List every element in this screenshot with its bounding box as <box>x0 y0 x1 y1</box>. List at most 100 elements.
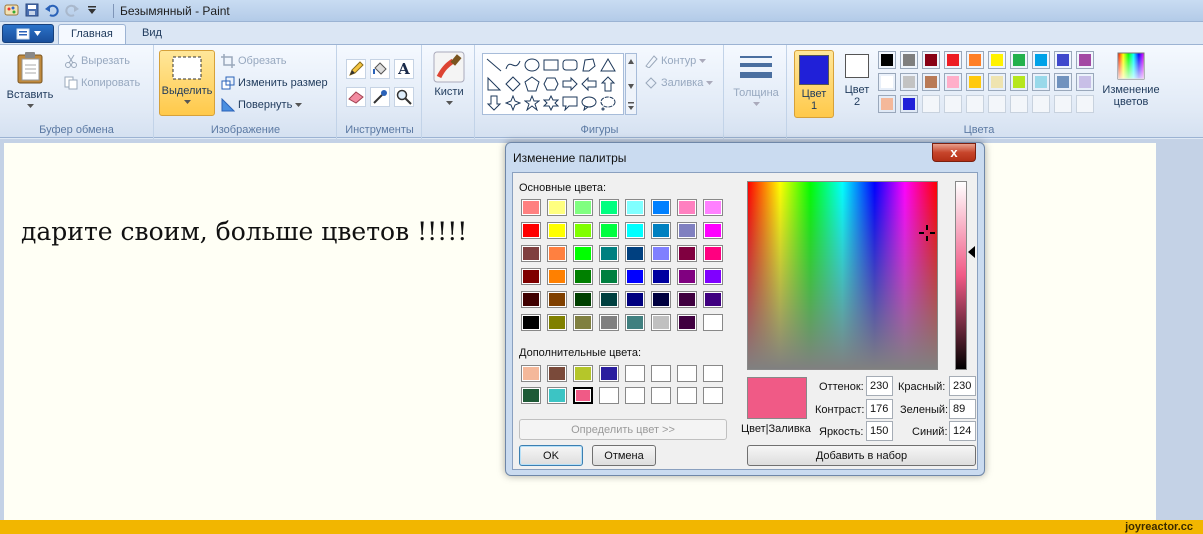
basic-color-swatch[interactable] <box>573 199 593 216</box>
basic-color-swatch[interactable] <box>625 268 645 285</box>
basic-color-swatch[interactable] <box>677 314 697 331</box>
thickness-button[interactable]: Толщина <box>733 53 779 106</box>
basic-color-swatch[interactable] <box>599 199 619 216</box>
outline-button[interactable]: Контур <box>644 54 707 68</box>
up-arrow-shape[interactable] <box>599 75 617 93</box>
basic-color-swatch[interactable] <box>625 245 645 262</box>
basic-color-swatch[interactable] <box>521 291 541 308</box>
triangle-shape[interactable] <box>599 56 617 74</box>
right-triangle-shape[interactable] <box>485 75 503 93</box>
saturation-field[interactable]: 176 <box>866 399 893 419</box>
oval-callout-shape[interactable] <box>580 94 598 112</box>
luminance-slider[interactable] <box>955 181 967 370</box>
resize-button[interactable]: Изменить размер <box>221 76 328 90</box>
custom-color-swatch[interactable] <box>703 387 723 404</box>
palette-swatch[interactable] <box>1054 73 1072 91</box>
basic-color-swatch[interactable] <box>521 314 541 331</box>
basic-color-swatch[interactable] <box>677 291 697 308</box>
basic-color-swatch[interactable] <box>677 268 697 285</box>
custom-color-swatch[interactable] <box>599 387 619 404</box>
copy-button[interactable]: Копировать <box>64 76 140 90</box>
color-picker-tool[interactable] <box>370 87 390 107</box>
palette-swatch[interactable] <box>878 51 896 69</box>
luminance-arrow-icon[interactable] <box>968 246 975 258</box>
define-custom-colors-button[interactable]: Определить цвет >> <box>519 419 727 440</box>
basic-color-swatch[interactable] <box>547 222 567 239</box>
basic-color-swatch[interactable] <box>625 291 645 308</box>
color2-button[interactable]: Цвет 2 <box>838 54 876 108</box>
basic-color-swatch[interactable] <box>703 291 723 308</box>
palette-swatch[interactable] <box>966 73 984 91</box>
ok-button[interactable]: OK <box>519 445 583 466</box>
basic-color-swatch[interactable] <box>521 245 541 262</box>
right-arrow-shape[interactable] <box>561 75 579 93</box>
basic-color-swatch[interactable] <box>703 245 723 262</box>
basic-color-swatch[interactable] <box>651 222 671 239</box>
custom-color-swatch[interactable] <box>521 365 541 382</box>
paste-button[interactable]: Вставить <box>4 51 56 108</box>
tab-home[interactable]: Главная <box>58 24 126 45</box>
basic-color-swatch[interactable] <box>573 268 593 285</box>
basic-color-swatch[interactable] <box>651 268 671 285</box>
palette-swatch[interactable] <box>900 95 918 113</box>
basic-color-swatch[interactable] <box>573 291 593 308</box>
down-arrow-shape[interactable] <box>485 94 503 112</box>
custom-color-swatch[interactable] <box>625 365 645 382</box>
basic-color-swatch[interactable] <box>599 245 619 262</box>
basic-color-swatch[interactable] <box>521 222 541 239</box>
custom-color-swatch[interactable] <box>651 387 671 404</box>
basic-color-swatch[interactable] <box>625 222 645 239</box>
custom-color-swatch[interactable] <box>547 387 567 404</box>
palette-swatch[interactable] <box>1032 51 1050 69</box>
palette-swatch[interactable] <box>1010 73 1028 91</box>
basic-color-swatch[interactable] <box>703 268 723 285</box>
basic-color-swatch[interactable] <box>703 222 723 239</box>
palette-swatch[interactable] <box>1010 95 1028 113</box>
cut-button[interactable]: Вырезать <box>64 54 130 68</box>
pentagon-shape[interactable] <box>523 75 541 93</box>
hue-field[interactable]: 230 <box>866 376 893 396</box>
basic-color-swatch[interactable] <box>677 245 697 262</box>
palette-swatch[interactable] <box>944 95 962 113</box>
basic-color-swatch[interactable] <box>703 314 723 331</box>
palette-swatch[interactable] <box>944 73 962 91</box>
magnifier-tool[interactable] <box>394 87 414 107</box>
diamond-shape[interactable] <box>504 75 522 93</box>
palette-swatch[interactable] <box>1054 95 1072 113</box>
add-to-custom-colors-button[interactable]: Добавить в набор <box>747 445 976 466</box>
basic-color-swatch[interactable] <box>651 314 671 331</box>
custom-color-swatch[interactable] <box>677 387 697 404</box>
paint-app-icon[interactable] <box>4 2 20 18</box>
palette-swatch[interactable] <box>1010 51 1028 69</box>
custom-color-swatch[interactable] <box>573 387 593 404</box>
rounded-rectangle-shape[interactable] <box>561 56 579 74</box>
palette-swatch[interactable] <box>1076 95 1094 113</box>
six-point-star-shape[interactable] <box>542 94 560 112</box>
green-field[interactable]: 89 <box>949 399 976 419</box>
palette-swatch[interactable] <box>966 95 984 113</box>
basic-color-swatch[interactable] <box>651 199 671 216</box>
basic-color-swatch[interactable] <box>521 268 541 285</box>
customize-toolbar-icon[interactable] <box>84 2 100 18</box>
save-icon[interactable] <box>24 2 40 18</box>
custom-color-swatch[interactable] <box>677 365 697 382</box>
brushes-button[interactable]: Кисти <box>429 51 469 105</box>
palette-swatch[interactable] <box>944 51 962 69</box>
basic-color-swatch[interactable] <box>521 199 541 216</box>
basic-color-swatch[interactable] <box>573 314 593 331</box>
polygon-shape[interactable] <box>580 56 598 74</box>
palette-swatch[interactable] <box>922 95 940 113</box>
basic-color-swatch[interactable] <box>573 222 593 239</box>
custom-color-swatch[interactable] <box>521 387 541 404</box>
basic-color-swatch[interactable] <box>677 222 697 239</box>
rotate-button[interactable]: Повернуть <box>221 98 303 112</box>
basic-color-swatch[interactable] <box>599 222 619 239</box>
color-spectrum[interactable] <box>747 181 938 370</box>
color1-button[interactable]: Цвет 1 <box>794 50 834 118</box>
palette-swatch[interactable] <box>900 51 918 69</box>
fill-tool[interactable] <box>370 59 390 79</box>
palette-swatch[interactable] <box>988 73 1006 91</box>
palette-swatch[interactable] <box>988 51 1006 69</box>
custom-color-swatch[interactable] <box>651 365 671 382</box>
basic-color-swatch[interactable] <box>677 199 697 216</box>
